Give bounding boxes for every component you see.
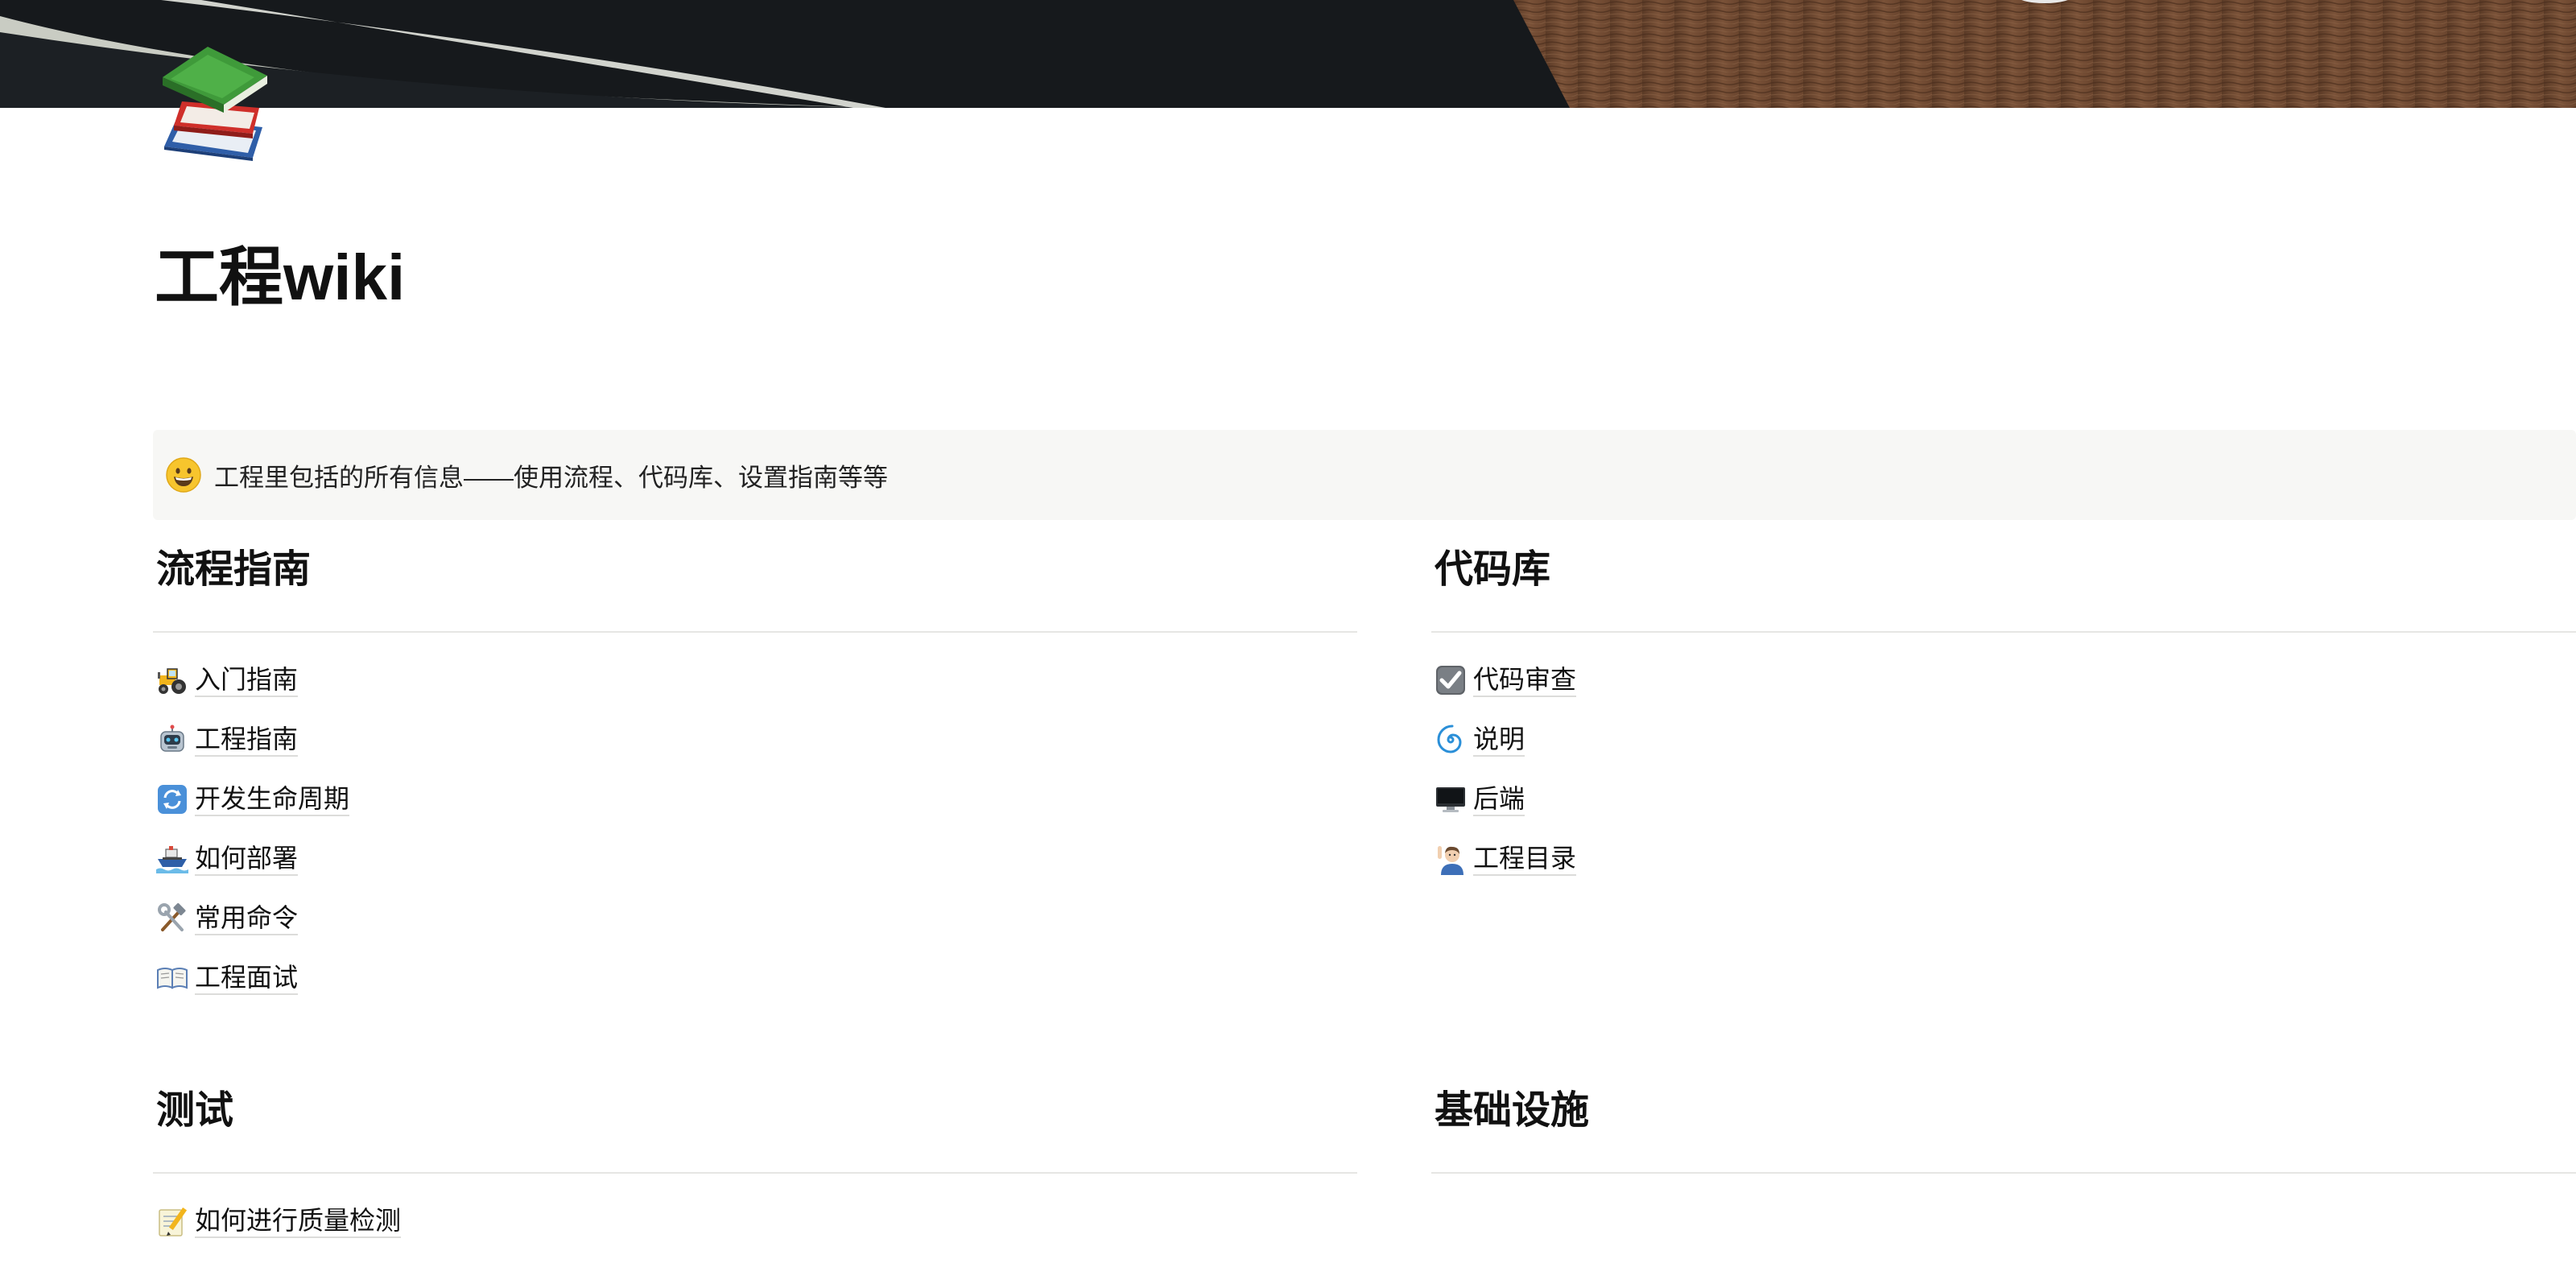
page-cover-image bbox=[0, 0, 2576, 108]
page-link-list: 代码审查 说明 后端 工程目录 bbox=[1431, 650, 2576, 889]
page-link-label[interactable]: 入门指南 bbox=[195, 663, 299, 697]
section-process-guides: 流程指南 入门指南 工程指南 开发生命周期 如何部署 常用命令 工程面试 bbox=[153, 546, 1357, 1008]
ship-icon bbox=[156, 843, 188, 875]
page-link-label[interactable]: 如何部署 bbox=[195, 842, 299, 876]
section-heading[interactable]: 测试 bbox=[153, 1087, 1357, 1135]
callout-text[interactable]: 工程里包括的所有信息——使用流程、代码库、设置指南等等 bbox=[214, 457, 888, 493]
memo-icon bbox=[156, 1205, 188, 1237]
page-link-engineering-guide[interactable]: 工程指南 bbox=[153, 710, 1357, 770]
hammer-wrench-icon bbox=[156, 902, 188, 935]
page-link-label[interactable]: 后端 bbox=[1473, 782, 1525, 816]
check-box-icon bbox=[1435, 664, 1467, 696]
divider bbox=[153, 1172, 1357, 1174]
page-link-common-commands[interactable]: 常用命令 bbox=[153, 889, 1357, 948]
grinning-face-icon[interactable] bbox=[164, 456, 203, 494]
page-link-label[interactable]: 如何进行质量检测 bbox=[195, 1204, 402, 1238]
page-link-dev-lifecycle[interactable]: 开发生命周期 bbox=[153, 770, 1357, 829]
robot-icon bbox=[156, 724, 188, 756]
page-link-quality-check[interactable]: 如何进行质量检测 bbox=[153, 1191, 1357, 1251]
divider bbox=[1431, 631, 2576, 633]
page-link-label[interactable]: 工程指南 bbox=[195, 723, 299, 757]
page-link-list: 入门指南 工程指南 开发生命周期 如何部署 常用命令 工程面试 bbox=[153, 650, 1357, 1008]
page-title[interactable]: 工程wiki bbox=[155, 233, 405, 322]
divider bbox=[153, 631, 1357, 633]
page-link-label[interactable]: 工程面试 bbox=[195, 961, 299, 995]
desktop-computer-icon bbox=[1435, 783, 1467, 815]
page-link-backend[interactable]: 后端 bbox=[1431, 770, 2576, 829]
divider bbox=[1431, 1172, 2576, 1174]
page-link-label[interactable]: 工程目录 bbox=[1473, 842, 1577, 876]
cyclone-icon bbox=[1435, 724, 1467, 756]
books-icon[interactable] bbox=[158, 43, 270, 161]
section-heading[interactable]: 流程指南 bbox=[153, 546, 1357, 594]
person-raising-hand-icon bbox=[1435, 843, 1467, 875]
page-link-code-review[interactable]: 代码审查 bbox=[1431, 650, 2576, 710]
open-book-icon bbox=[156, 962, 188, 994]
page-link-label[interactable]: 代码审查 bbox=[1473, 663, 1577, 697]
page-link-readme[interactable]: 说明 bbox=[1431, 710, 2576, 770]
callout-block: 工程里包括的所有信息——使用流程、代码库、设置指南等等 bbox=[153, 430, 2576, 520]
section-heading[interactable]: 代码库 bbox=[1431, 546, 2576, 594]
tractor-icon bbox=[156, 664, 188, 696]
page-link-label[interactable]: 开发生命周期 bbox=[195, 782, 350, 816]
section-infrastructure: 基础设施 bbox=[1431, 1087, 2576, 1174]
page-link-label[interactable]: 说明 bbox=[1473, 723, 1525, 757]
page-link-label[interactable]: 常用命令 bbox=[195, 902, 299, 935]
page-link-list: 如何进行质量检测 bbox=[153, 1191, 1357, 1251]
section-heading[interactable]: 基础设施 bbox=[1431, 1087, 2576, 1135]
page-link-how-to-deploy[interactable]: 如何部署 bbox=[153, 829, 1357, 889]
page-link-engineering-directory[interactable]: 工程目录 bbox=[1431, 829, 2576, 889]
section-codebase: 代码库 代码审查 说明 后端 工程目录 bbox=[1431, 546, 2576, 889]
page-link-interviews[interactable]: 工程面试 bbox=[153, 948, 1357, 1008]
section-testing: 测试 如何进行质量检测 bbox=[153, 1087, 1357, 1251]
page-link-onboarding[interactable]: 入门指南 bbox=[153, 650, 1357, 710]
cycle-arrows-icon bbox=[156, 783, 188, 815]
